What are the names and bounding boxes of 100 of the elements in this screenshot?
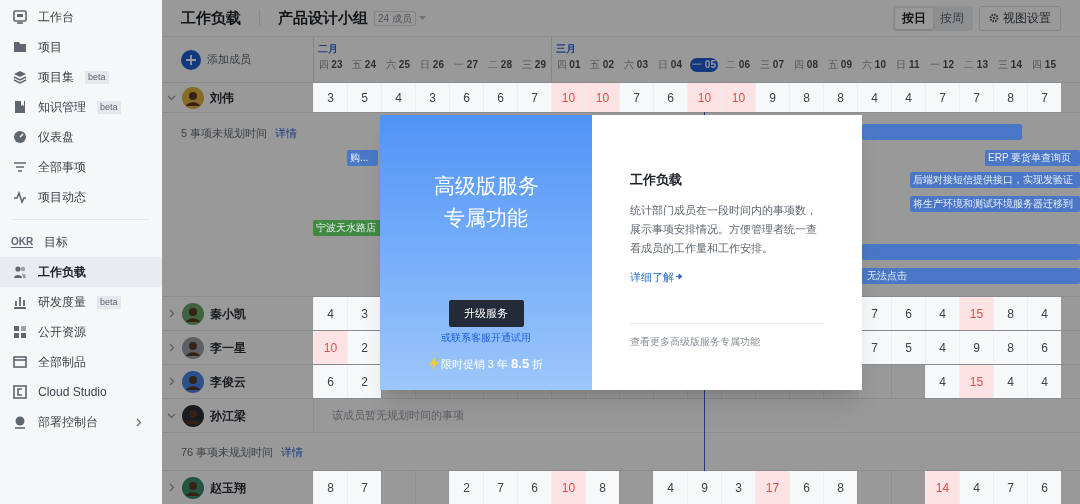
plus-icon [181, 49, 201, 70]
dialog-description: 统计部门成员在一段时间内的事项数，展示事项安排情况。方便管理者统一查看成员的工作量和工作安排。 [630, 202, 818, 256]
workload-cell: 6 [1027, 471, 1061, 504]
view-mode-tab[interactable]: 按周 [933, 7, 971, 29]
workload-cell: 4 [993, 365, 1027, 398]
member-name: 李一星 [210, 339, 246, 357]
avatar-icon [182, 370, 204, 393]
console-icon [13, 415, 27, 429]
workload-cell: 4 [1027, 365, 1061, 398]
sidebar-item[interactable]: 全部事项 [0, 152, 162, 182]
date-label: 四 08 [793, 58, 819, 72]
sidebar-label: 研发度量 [38, 294, 86, 311]
sidebar-item[interactable]: 项目 [0, 32, 162, 62]
sidebar-item[interactable]: 部署控制台 [0, 407, 162, 437]
sidebar-item[interactable]: 知识管理 beta [0, 92, 162, 122]
sidebar-item[interactable]: 仪表盘 [0, 122, 162, 152]
member-name: 孙江梁 [210, 407, 246, 425]
workload-cell: 6 [653, 83, 687, 112]
sidebar-label: 项目 [38, 39, 62, 56]
avatar-icon [182, 476, 204, 499]
details-link[interactable]: 详情 [275, 125, 298, 142]
date-label: 六 03 [623, 58, 649, 72]
sidebar-item[interactable]: 全部制品 [0, 347, 162, 377]
workload-cell: 4 [959, 471, 993, 504]
workload-cell: 7 [347, 471, 381, 504]
task-bar[interactable]: 将生产环境和测试环境服务器迁移到 [910, 196, 1080, 212]
task-bar[interactable]: 购... [347, 150, 378, 166]
date-label: 一 05 [690, 58, 718, 72]
workload-cell: 6 [789, 471, 823, 504]
sidebar-label: 知识管理 [38, 99, 86, 116]
avatar-icon [182, 336, 204, 359]
workload-cell: 9 [687, 471, 721, 504]
window-icon [13, 355, 27, 369]
date-label: 五 09 [827, 58, 853, 72]
team-name: 产品设计小组 [278, 7, 368, 28]
month-label: 三月 [555, 43, 577, 55]
workload-cell: 4 [925, 365, 959, 398]
sidebar-label: 仪表盘 [38, 129, 74, 146]
caret-down-icon [418, 16, 426, 20]
workload-cell: 10 [313, 331, 347, 364]
workload-cell: 10 [551, 471, 585, 504]
sidebar-item[interactable]: Cloud Studio [0, 377, 162, 407]
unplanned-count: 5 事项未规划时间 [181, 126, 268, 141]
promo-text: 限时促销 3 年 8.5 折 [440, 355, 544, 373]
sidebar-item[interactable]: 工作负载 [0, 257, 162, 287]
member-name: 刘伟 [210, 89, 234, 107]
dialog-title: 工作负载 [630, 171, 683, 189]
date-label: 四 15 [1031, 58, 1057, 72]
workload-cell: 4 [857, 83, 891, 112]
workload-cell: 4 [313, 297, 347, 330]
task-bar[interactable] [862, 244, 1080, 260]
sidebar-item[interactable]: 研发度量 beta [0, 287, 162, 317]
sidebar-label: 公开资源 [38, 324, 86, 341]
people-icon [13, 265, 27, 279]
workload-cell: 8 [823, 83, 857, 112]
view-settings-button[interactable]: 视图设置 [979, 5, 1061, 31]
sidebar-label: 全部事项 [38, 159, 86, 176]
sidebar-item[interactable]: 项目动态 [0, 182, 162, 212]
workload-cell: 8 [585, 471, 619, 504]
workload-cell: 9 [959, 331, 993, 364]
workload-cell: 8 [993, 331, 1027, 364]
workload-cell: 7 [619, 83, 653, 112]
month-label: 二月 [317, 43, 339, 55]
add-member-button[interactable]: 添加成员 [181, 49, 251, 70]
workload-cell: 3 [415, 83, 449, 112]
sidebar-item[interactable]: 公开资源 [0, 317, 162, 347]
member-name: 赵玉翔 [210, 479, 246, 497]
details-link[interactable]: 详情 [281, 444, 304, 461]
workload-cell: 10 [585, 83, 619, 112]
workload-cell: 6 [1027, 331, 1061, 364]
task-bar[interactable]: 后端对接短信提供接口，实现发验证 [910, 172, 1080, 188]
sidebar-label: 目标 [44, 234, 69, 251]
workload-cell: 7 [517, 83, 551, 112]
workload-cell: 4 [381, 83, 415, 112]
avatar-icon [182, 86, 204, 109]
workload-cell: 3 [721, 471, 755, 504]
workload-cell: 3 [347, 297, 381, 330]
workload-cell: 4 [891, 83, 925, 112]
member-count-tag: 24 成员 [374, 10, 416, 26]
workload-cell: 6 [891, 297, 925, 330]
task-bar[interactable]: ERP 要货单查询页 [985, 150, 1080, 166]
member-name: 李俊云 [210, 373, 246, 391]
workload-cell: 5 [347, 83, 381, 112]
sidebar-item[interactable]: 工作台 [0, 2, 162, 32]
folder-icon [13, 40, 27, 54]
date-label: 六 10 [861, 58, 887, 72]
view-mode-tab[interactable]: 按日 [895, 7, 933, 29]
sidebar-item[interactable]: OKR 目标 [0, 227, 162, 257]
layers-icon [13, 70, 27, 84]
workload-cell: 7 [483, 471, 517, 504]
workload-cell: 2 [347, 331, 381, 364]
upgrade-button[interactable]: 升级服务 [448, 300, 524, 327]
workload-cell: 9 [755, 83, 789, 112]
workload-cell: 5 [891, 331, 925, 364]
workload-cell: 10 [687, 83, 721, 112]
sidebar-item[interactable]: 项目集 beta [0, 62, 162, 92]
task-bar[interactable] [862, 124, 1022, 140]
unplanned-count: 76 事项未规划时间 [181, 445, 274, 460]
learn-more-link[interactable]: 详细了解 [630, 268, 683, 285]
avatar-icon [182, 302, 204, 325]
